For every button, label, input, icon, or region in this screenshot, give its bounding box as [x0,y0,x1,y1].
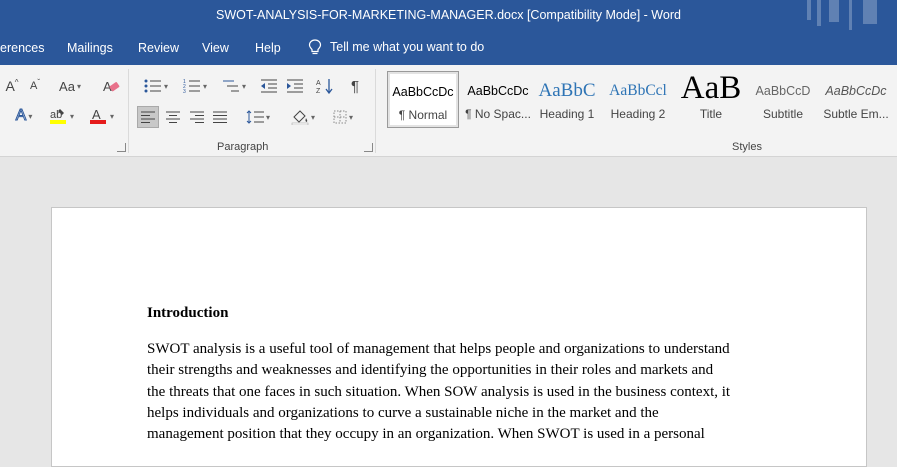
text-effects-button[interactable]: A ▾ [8,105,40,127]
paint-bucket-icon [291,110,309,125]
font-dialog-launcher[interactable] [117,143,126,152]
bullets-icon [144,79,161,93]
svg-text:Z: Z [316,88,321,94]
tab-mailings[interactable]: Mailings [67,41,113,55]
style-subtle-emphasis[interactable]: AaBbCcDc Subtle Em... [821,71,891,128]
group-divider [128,69,129,153]
ribbon: A ^ Aˇ Aa ▾ A A ▾ ab ▾ A ▾ ▾ 1 2 3 ▾ ▾ A… [0,65,897,157]
shrink-font-button[interactable]: Aˇ [26,75,44,97]
multilevel-list-button[interactable]: ▾ [216,75,252,97]
sort-button[interactable]: A Z [314,75,336,97]
align-right-button[interactable] [186,106,208,128]
paragraph-line: SWOT analysis is a useful tool of manage… [147,341,730,357]
tab-view[interactable]: View [202,41,229,55]
style-preview: AaBbCcDc [467,84,529,98]
font-color-icon: A [89,107,106,124]
tab-references[interactable]: erences [0,41,44,55]
style-preview: AaBbCcD [755,84,811,98]
document-workspace: Introduction SWOT analysis is a useful t… [0,157,897,467]
align-right-icon [190,111,204,123]
borders-icon [333,110,347,124]
styles-group-label: Styles [732,141,762,153]
sort-icon: A Z [316,79,333,94]
paragraph-line: helps individuals and organizations to c… [147,404,659,421]
justify-icon [213,111,227,123]
highlighter-icon: ab [49,109,66,124]
document-paragraph: SWOT analysis is a useful tool of manage… [147,339,777,445]
svg-text:3: 3 [183,89,186,93]
numbering-button[interactable]: 1 2 3 ▾ [177,75,213,97]
line-spacing-icon [246,110,264,124]
style-name: Subtitle [762,107,804,121]
style-no-spacing[interactable]: AaBbCcDc ¶ No Spac... [461,71,535,128]
paragraph-dialog-launcher[interactable] [364,143,373,152]
style-name: Subtle Em... [823,107,889,121]
paragraph-line: their strengths and weaknesses and ident… [147,362,714,379]
align-left-icon [141,111,155,123]
style-heading-2[interactable]: AaBbCcl Heading 2 [605,71,671,128]
tab-help[interactable]: Help [255,41,281,55]
paragraph-group-label: Paragraph [217,141,269,153]
decrease-indent-icon [261,79,277,93]
style-name: Heading 2 [610,107,666,121]
style-preview: AaBbCcl [609,82,667,99]
style-name: ¶ Normal [398,108,448,122]
show-formatting-button[interactable]: ¶ [344,75,366,97]
tell-me-label: Tell me what you want to do [330,40,485,54]
bullets-button[interactable]: ▾ [138,75,174,97]
tell-me-search[interactable]: Tell me what you want to do [308,39,484,55]
title-bar-decoration-icon [807,0,877,30]
numbering-icon: 1 2 3 [183,79,200,93]
pilcrow-icon: ¶ [350,77,360,95]
lightbulb-icon [308,39,322,55]
grow-font-button[interactable]: A ^ [3,75,21,97]
style-heading-1[interactable]: AaBbC Heading 1 [535,71,599,128]
increase-indent-button[interactable] [284,75,306,97]
svg-text:A: A [92,107,101,122]
style-name: ¶ No Spac... [465,107,531,121]
document-heading: Introduction [147,305,229,321]
align-center-icon [166,111,180,123]
group-divider [375,69,376,153]
borders-button[interactable]: ▾ [325,106,361,128]
ribbon-tabs: erences Mailings Review View Help Tell m… [0,32,897,65]
change-case-button[interactable]: Aa ▾ [54,75,86,97]
change-case-icon: Aa [59,78,75,94]
style-preview: AaBbCcDc [392,85,454,99]
highlight-color-button[interactable]: ab ▾ [44,105,78,127]
clear-formatting-icon: A [103,79,120,94]
clear-formatting-button[interactable]: A [100,75,122,97]
style-name: Heading 1 [539,107,595,121]
style-preview: AaB [680,71,742,105]
justify-button[interactable] [209,106,231,128]
line-spacing-button[interactable]: ▾ [240,106,276,128]
decrease-indent-button[interactable] [258,75,280,97]
paragraph-line: management position that they occupy in … [147,426,705,443]
align-left-button[interactable] [137,106,159,128]
svg-text:A: A [316,80,321,87]
paragraph-line: the threats that one faces in such situa… [147,383,731,400]
text-effects-icon: A [15,107,27,125]
style-normal[interactable]: AaBbCcDc ¶ Normal [387,71,459,128]
style-subtitle[interactable]: AaBbCcD Subtitle [749,71,817,128]
style-title[interactable]: AaB Title [677,71,745,128]
document-page[interactable]: Introduction SWOT analysis is a useful t… [51,207,867,467]
window-title: SWOT-ANALYSIS-FOR-MARKETING-MANAGER.docx… [216,8,681,22]
title-bar: SWOT-ANALYSIS-FOR-MARKETING-MANAGER.docx… [0,0,897,32]
font-color-button[interactable]: A ▾ [84,105,118,127]
style-name: Title [699,107,723,121]
shrink-font-icon: A [29,80,38,92]
grow-font-icon: A [5,78,15,94]
style-preview: AaBbCcDc [825,84,887,98]
align-center-button[interactable] [162,106,184,128]
increase-indent-icon [287,79,303,93]
style-preview: AaBbC [538,80,596,101]
multilevel-list-icon [222,80,239,92]
shading-button[interactable]: ▾ [285,106,321,128]
tab-review[interactable]: Review [138,41,179,55]
